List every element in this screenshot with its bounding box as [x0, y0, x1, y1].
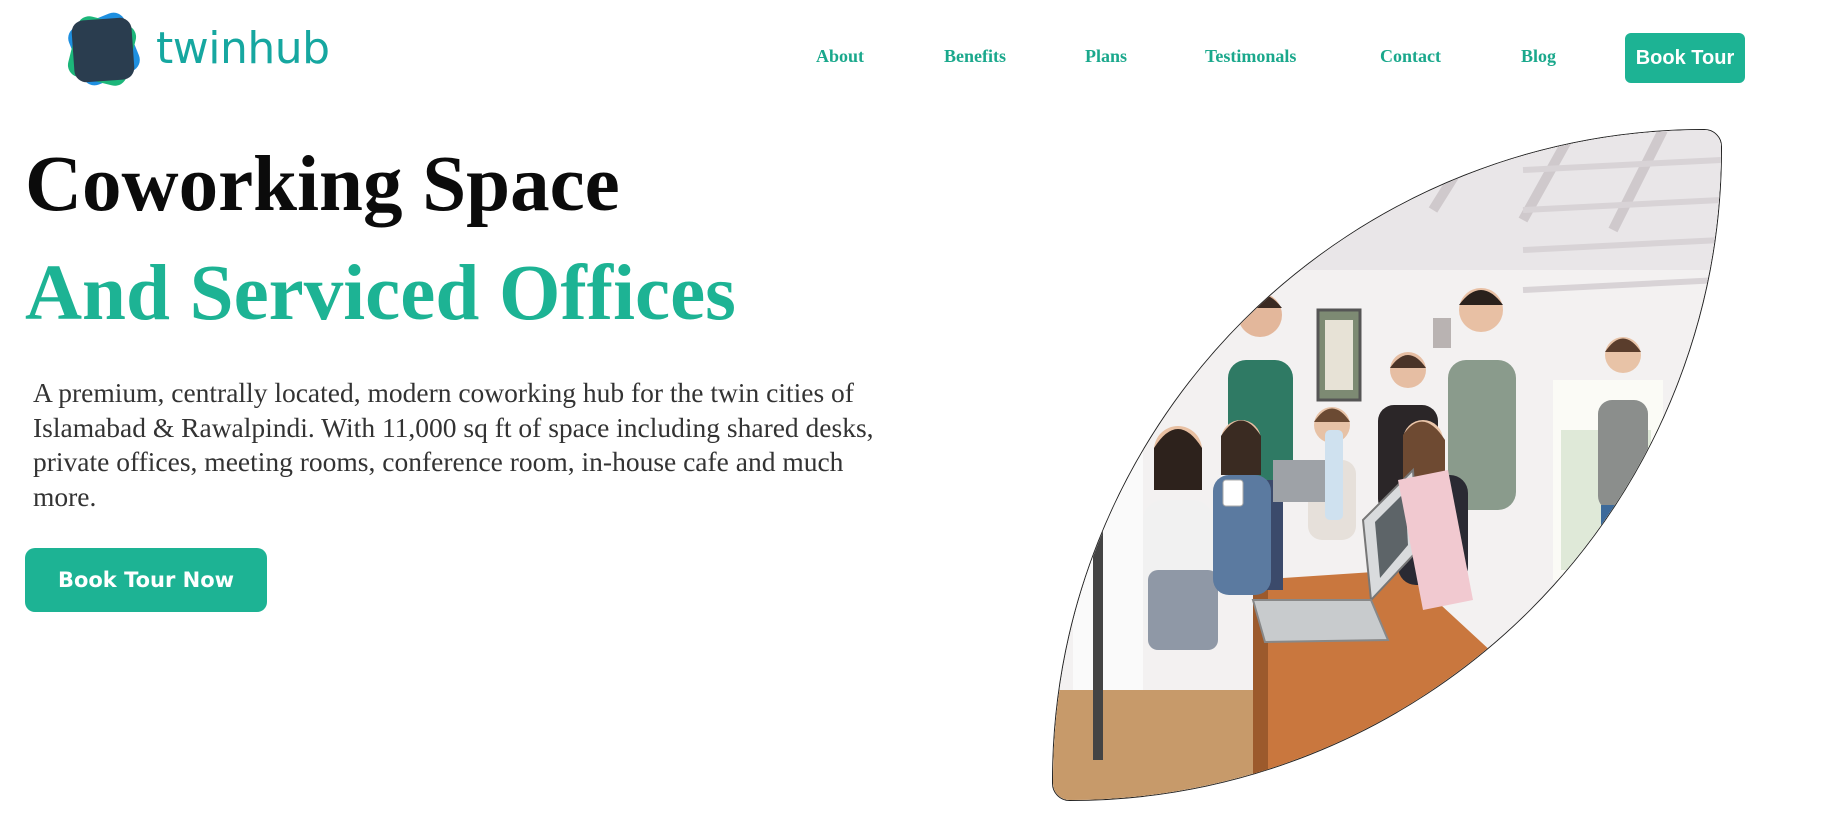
nav-link-benefits[interactable]: Benefits: [944, 46, 1006, 67]
coworking-team-photo: [1053, 130, 1721, 800]
hero-description: A premium, centrally located, modern cow…: [33, 377, 874, 512]
nav-link-plans[interactable]: Plans: [1085, 46, 1127, 67]
twinhub-logo-icon: [60, 8, 154, 94]
hero-title: Coworking Space: [25, 141, 620, 228]
nav-link-about[interactable]: About: [816, 46, 864, 67]
hero-subtitle: And Serviced Offices: [25, 250, 736, 337]
nav-link-contact[interactable]: Contact: [1380, 46, 1441, 67]
book-tour-button[interactable]: Book Tour: [1625, 33, 1745, 83]
brand-name: twinhub: [156, 22, 330, 74]
brand-logo[interactable]: twinhub: [60, 8, 330, 94]
book-tour-now-button[interactable]: Book Tour Now: [25, 548, 267, 612]
nav-link-blog[interactable]: Blog: [1521, 46, 1556, 67]
hero-image: [1052, 129, 1722, 801]
nav-link-testimonials[interactable]: Testimonals: [1205, 46, 1296, 67]
